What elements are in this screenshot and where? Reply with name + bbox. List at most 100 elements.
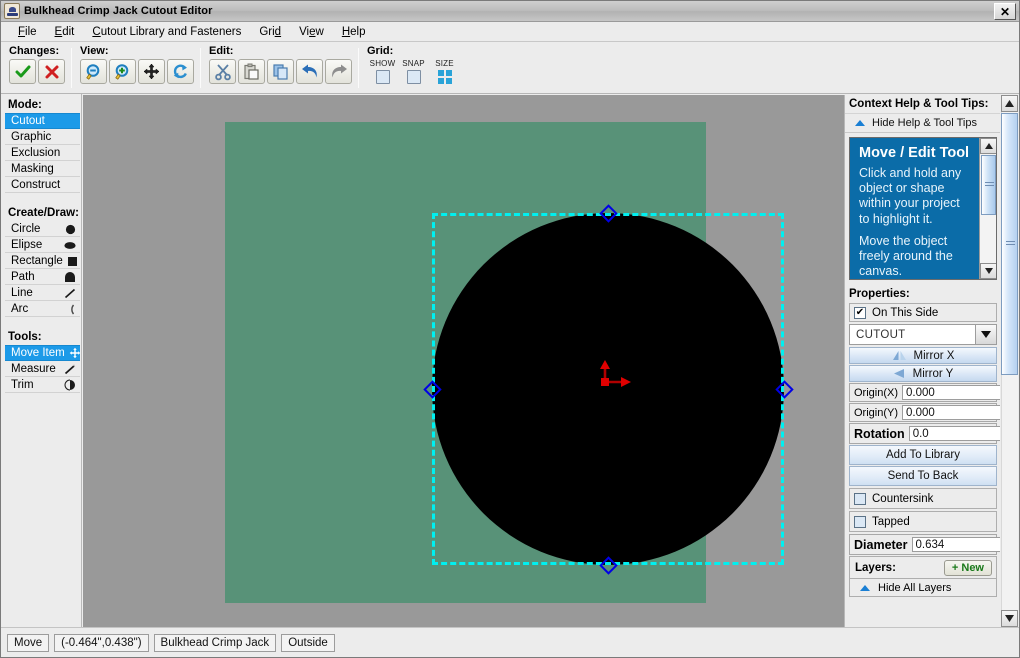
undo-button[interactable]	[296, 59, 323, 84]
close-icon[interactable]: ✕	[994, 3, 1016, 20]
toolbar-group-changes: Changes:	[1, 42, 71, 93]
check-icon	[15, 65, 30, 77]
menu-cutout-library-and-fasteners[interactable]: Cutout Library and Fasteners	[83, 24, 250, 40]
zoom-out-button[interactable]	[80, 59, 107, 84]
help-scrollbar[interactable]	[979, 138, 996, 279]
right-panel-scrollbar[interactable]	[1000, 95, 1019, 627]
cut-button[interactable]	[209, 59, 236, 84]
sidebar-item-label: Trim	[11, 379, 34, 391]
zoom-in-icon	[114, 63, 128, 80]
menu-edit[interactable]: Edit	[46, 24, 84, 40]
mirror-x-button[interactable]: Mirror X	[849, 347, 997, 364]
origin-y-row: Origin(Y)	[849, 403, 1000, 422]
mirror-y-label: Mirror Y	[912, 367, 954, 380]
sidebar-item-cutout[interactable]: Cutout	[5, 113, 80, 129]
panel-scroll-up-button[interactable]	[1001, 95, 1018, 112]
refresh-icon	[173, 64, 187, 79]
status-side: Outside	[281, 633, 335, 652]
zoom-in-button[interactable]	[109, 59, 136, 84]
sidebar-item-measure[interactable]: Measure	[5, 361, 80, 377]
right-panel: Context Help & Tool Tips: Hide Help & To…	[844, 95, 1019, 627]
reject-changes-button[interactable]	[38, 59, 65, 84]
menu-view[interactable]: View	[290, 24, 333, 40]
on-this-side-label: On This Side	[872, 306, 939, 319]
status-coordinates: (-0.464",0.438")	[54, 633, 149, 652]
create-draw-heading: Create/Draw:	[8, 207, 79, 219]
copy-button[interactable]	[267, 59, 294, 84]
sidebar-item-masking[interactable]: Masking	[5, 161, 80, 177]
hide-help-toggle[interactable]: Hide Help & Tool Tips	[845, 113, 1000, 133]
mode-heading: Mode:	[8, 99, 42, 111]
worksheet-area[interactable]	[225, 122, 794, 603]
sidebar-item-path[interactable]: Path	[5, 269, 80, 285]
sidebar-item-label: Rectangle	[11, 255, 63, 267]
context-help-heading: Context Help & Tool Tips:	[845, 95, 1000, 113]
panel-scroll-thumb[interactable]	[1001, 113, 1018, 375]
sidebar-item-circle[interactable]: Circle	[5, 221, 80, 237]
grid-size-icon[interactable]	[437, 70, 452, 84]
origin-x-input[interactable]	[902, 385, 1000, 400]
sidebar-item-rectangle[interactable]: Rectangle	[5, 253, 80, 269]
grid-show-checkbox[interactable]	[375, 70, 390, 84]
sidebar-item-label: Line	[11, 287, 33, 299]
grid-snap-column: SNAP	[398, 59, 429, 84]
sidebar-item-exclusion[interactable]: Exclusion	[5, 145, 80, 161]
chevron-down-icon[interactable]	[975, 325, 996, 344]
mirror-x-icon	[892, 351, 906, 360]
sidebar-item-label: Exclusion	[11, 147, 61, 159]
menu-file[interactable]: FFileile	[9, 24, 46, 40]
arc-icon	[64, 304, 76, 315]
menu-bar: FFileile Edit Cutout Library and Fastene…	[1, 22, 1019, 42]
origin-axis-marker	[599, 358, 633, 388]
grid-size-label: SIZE	[435, 59, 454, 68]
grid-snap-checkbox[interactable]	[406, 70, 421, 84]
help-scroll-up-button[interactable]	[980, 138, 996, 154]
window-title: Bulkhead Crimp Jack Cutout Editor	[24, 5, 213, 17]
sidebar-item-move-item[interactable]: Move Item	[5, 345, 80, 361]
send-to-back-button[interactable]: Send To Back	[849, 466, 997, 486]
tools-heading: Tools:	[8, 331, 42, 343]
refresh-button[interactable]	[167, 59, 194, 84]
sidebar-item-graphic[interactable]: Graphic	[5, 129, 80, 145]
origin-y-label: Origin(Y)	[854, 406, 899, 419]
panel-scroll-down-button[interactable]	[1001, 610, 1018, 627]
edit-label: Edit:	[209, 45, 234, 57]
redo-button[interactable]	[325, 59, 352, 84]
mirror-y-button[interactable]: Mirror Y	[849, 365, 997, 382]
new-layer-button[interactable]: + New	[943, 559, 992, 576]
chevron-up-icon	[860, 584, 870, 591]
origin-y-input[interactable]	[902, 405, 1000, 420]
tapped-row[interactable]: Tapped	[849, 511, 997, 532]
accept-changes-button[interactable]	[9, 59, 36, 84]
drawing-canvas[interactable]	[83, 95, 844, 627]
help-scroll-down-button[interactable]	[980, 263, 996, 279]
sidebar-item-trim[interactable]: Trim	[5, 377, 80, 393]
left-sidebar: Mode: Cutout Graphic Exclusion Masking C…	[1, 94, 82, 627]
sidebar-item-label: Measure	[11, 363, 56, 375]
pan-button[interactable]	[138, 59, 165, 84]
menu-grid[interactable]: Grid	[250, 24, 290, 40]
sidebar-item-elipse[interactable]: Elipse	[5, 237, 80, 253]
redo-arrow-icon	[331, 64, 347, 77]
menu-help[interactable]: Help	[333, 24, 375, 40]
add-to-library-button[interactable]: Add To Library	[849, 445, 997, 465]
sidebar-item-label: Masking	[11, 163, 54, 175]
object-type-dropdown[interactable]: CUTOUT	[849, 324, 997, 345]
sidebar-item-construct[interactable]: Construct	[5, 177, 80, 193]
hide-all-layers-label: Hide All Layers	[878, 581, 952, 594]
sidebar-item-line[interactable]: Line	[5, 285, 80, 301]
countersink-row[interactable]: Countersink	[849, 488, 997, 509]
rotation-input[interactable]	[908, 426, 1000, 441]
sidebar-item-arc[interactable]: Arc	[5, 301, 80, 317]
tapped-checkbox[interactable]	[854, 515, 866, 528]
toolbar: Changes: View: Edit: Grid: SHOW SNAP SIZ…	[1, 42, 1019, 94]
help-scroll-thumb[interactable]	[981, 155, 996, 215]
hide-all-layers-toggle[interactable]: Hide All Layers	[849, 578, 997, 597]
on-this-side-checkbox[interactable]	[854, 306, 866, 319]
on-this-side-row[interactable]: On This Side	[849, 303, 997, 322]
line-icon	[64, 288, 76, 299]
paste-button[interactable]	[238, 59, 265, 84]
diameter-input[interactable]	[911, 537, 1000, 552]
countersink-checkbox[interactable]	[854, 492, 866, 505]
